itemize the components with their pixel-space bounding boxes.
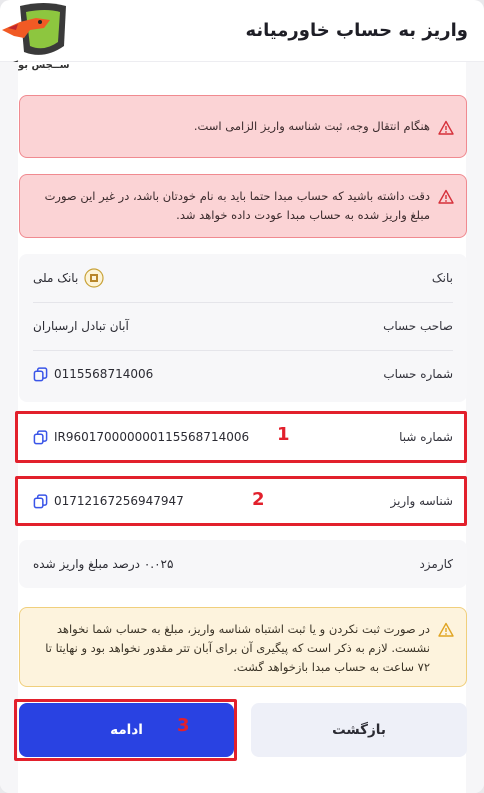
- copy-icon[interactable]: [33, 366, 48, 382]
- bank-value: بانک ملی: [33, 268, 104, 288]
- alert-source-account: دقت داشته باشید که حساب مبدا حتما باید ب…: [19, 174, 467, 238]
- highlight-box-sheba: [15, 411, 467, 463]
- back-button[interactable]: بازگشت: [251, 703, 467, 757]
- highlight-box-deposit-id: [15, 476, 467, 526]
- alert-text: دقت داشته باشید که حساب مبدا حتما باید ب…: [44, 189, 430, 222]
- annotation-number: 2: [252, 489, 265, 510]
- warning-icon: [438, 120, 454, 135]
- row-bank: بانک بانک ملی: [19, 254, 467, 302]
- warning-icon: [438, 622, 454, 637]
- bank-label: بانک: [431, 271, 453, 285]
- warning-text: در صورت ثبت نکردن و یا ثبت اشتباه شناسه …: [45, 622, 430, 674]
- side-strip-right: [466, 62, 484, 793]
- row-account-number: شماره حساب 0115568714006: [19, 350, 467, 398]
- deposit-modal: واریز به حساب خاورمیانه ســجس بوکر هنگام…: [0, 0, 484, 793]
- alert-deposit-id-required: هنگام انتقال وجه، ثبت شناسه واریز الزامی…: [19, 95, 467, 158]
- highlight-box-continue: [14, 699, 237, 761]
- fee-label: کارمزد: [419, 557, 453, 571]
- account-number-value: 0115568714006: [33, 366, 154, 382]
- warning-icon: [438, 189, 454, 204]
- row-fee: کارمزد ۰.۰۲۵ درصد مبلغ واریز شده: [19, 540, 467, 588]
- bank-melli-logo-icon: [84, 268, 104, 288]
- owner-value: آبان تبادل ارسباران: [33, 319, 129, 333]
- account-number: 0115568714006: [54, 367, 154, 381]
- account-number-label: شماره حساب: [383, 367, 453, 381]
- annotation-number: 3: [177, 715, 190, 736]
- owner-label: صاحب حساب: [383, 319, 453, 333]
- warning-box: در صورت ثبت نکردن و یا ثبت اشتباه شناسه …: [19, 607, 467, 687]
- row-owner: صاحب حساب آبان تبادل ارسباران: [19, 302, 467, 350]
- page-title: واریز به حساب خاورمیانه: [245, 20, 469, 41]
- annotation-number: 1: [277, 424, 290, 445]
- alert-text: هنگام انتقال وجه، ثبت شناسه واریز الزامی…: [193, 119, 430, 133]
- bank-name: بانک ملی: [33, 271, 79, 285]
- modal-header: واریز به حساب خاورمیانه: [0, 0, 484, 62]
- fee-value: ۰.۰۲۵ درصد مبلغ واریز شده: [33, 557, 174, 571]
